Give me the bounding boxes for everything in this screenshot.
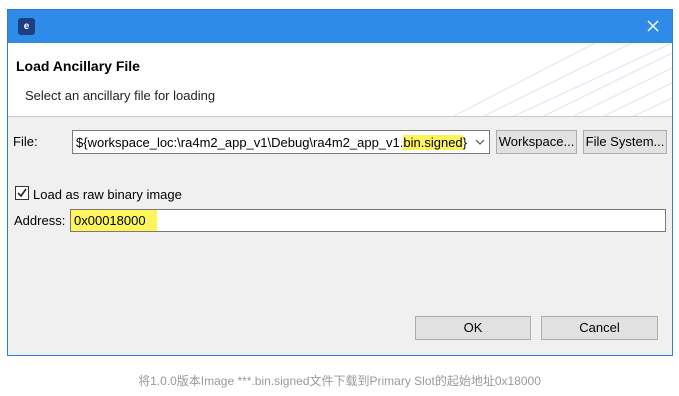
workspace-button[interactable]: Workspace... [496, 130, 577, 154]
cancel-button[interactable]: Cancel [541, 316, 658, 340]
raw-binary-checkbox[interactable] [15, 186, 29, 200]
address-label: Address: [14, 213, 66, 228]
file-label: File: [13, 134, 38, 149]
address-value: 0x00018000 [74, 213, 146, 228]
file-path-value: ${workspace_loc:\ra4m2_app_v1\Debug\ra4m… [76, 135, 468, 150]
close-icon[interactable] [642, 15, 664, 37]
ok-button[interactable]: OK [415, 316, 531, 340]
image-caption: 将1.0.0版本Image ***.bin.signed文件下载到Primary… [138, 374, 541, 388]
chevron-down-icon[interactable] [475, 138, 485, 146]
eclipse-e-icon: e [18, 18, 35, 35]
dialog-banner: Load Ancillary File Select an ancillary … [8, 43, 672, 117]
address-input[interactable]: 0x00018000 [70, 209, 666, 232]
raw-binary-label: Load as raw binary image [33, 187, 182, 202]
title-bar: e [8, 10, 672, 43]
file-system-button[interactable]: File System... [583, 130, 667, 154]
checkmark-icon [17, 188, 27, 198]
dialog-title: Load Ancillary File [16, 58, 140, 74]
dialog-message: Select an ancillary file for loading [25, 88, 216, 103]
load-ancillary-file-dialog: e Load Ancillary File Select an ancillar… [7, 9, 673, 356]
banner-decoration [452, 43, 672, 116]
file-combo[interactable]: ${workspace_loc:\ra4m2_app_v1\Debug\ra4m… [72, 130, 490, 154]
